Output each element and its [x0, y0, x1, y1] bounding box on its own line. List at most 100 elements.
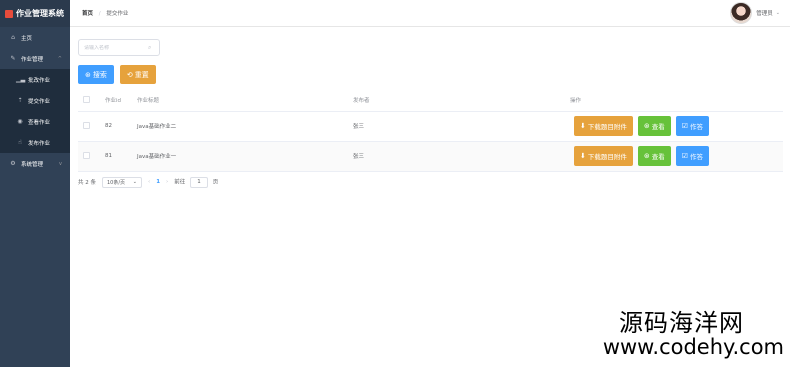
- goto-page-input[interactable]: 1: [190, 176, 208, 188]
- row-actions: ⬇ 下载题目附件 ⊛ 查看 ☑ 作答: [570, 116, 783, 136]
- cell-id: 81: [105, 141, 137, 172]
- search-input[interactable]: [84, 44, 148, 51]
- sidebar: 作业管理系统 ⌂ 主页 ✎ 作业管理 ^ ▁▃ 批改作业 ⇡ 提交作业 ◉ 查看…: [0, 0, 70, 367]
- sidebar-item-label: 系统管理: [21, 161, 44, 168]
- chevron-down-icon: ⌄: [132, 179, 137, 185]
- view-button[interactable]: ⊛ 查看: [637, 116, 671, 136]
- cell-publisher: 张三: [353, 111, 570, 142]
- view-label: 查看: [651, 123, 665, 131]
- prev-page-button[interactable]: ‹: [148, 179, 150, 185]
- top-header: 首页 / 提交作业 管理员 ⌄: [70, 0, 790, 27]
- user-name[interactable]: 管理员: [756, 9, 773, 17]
- sidebar-item-label: 批改作业: [28, 77, 51, 84]
- home-icon: ⌂: [11, 34, 15, 41]
- sidebar-item-system-management[interactable]: ⚙ 系统管理 v: [0, 153, 70, 174]
- download-attachment-button[interactable]: ⬇ 下载题目附件: [574, 116, 633, 136]
- answer-button[interactable]: ☑ 作答: [675, 146, 710, 166]
- reset-button[interactable]: ⟲ 重置: [119, 65, 156, 84]
- chevron-up-icon: ^: [57, 55, 62, 62]
- sidebar-item-label: 提交作业: [28, 98, 51, 105]
- row-checkbox[interactable]: [83, 121, 90, 129]
- cell-publisher: 张三: [353, 141, 570, 172]
- hand-icon: ☝: [18, 139, 22, 146]
- view-button[interactable]: ⊛ 查看: [637, 146, 671, 166]
- sidebar-item-label: 作业管理: [21, 56, 44, 63]
- breadcrumb-home[interactable]: 首页: [82, 11, 93, 17]
- eye-icon: ◉: [17, 118, 23, 125]
- submenu-homework: ▁▃ 批改作业 ⇡ 提交作业 ◉ 查看作业 ☝ 发布作业: [0, 69, 70, 153]
- page-size-select[interactable]: 10条/页 ⌄: [102, 176, 142, 188]
- column-header-id: 作业id: [105, 90, 137, 112]
- goto-prefix: 前往: [174, 179, 186, 185]
- cell-id: 82: [105, 111, 137, 142]
- watermark: 源码海洋网 www.codehy.com: [602, 308, 784, 359]
- table-row: 81 Java基础作业一 张三 ⬇ 下载题目附件 ⊛ 查看 ☑ 作答: [78, 141, 783, 172]
- app-logo[interactable]: 作业管理系统: [0, 0, 70, 27]
- table-row: 82 Java基础作业二 张三 ⬇ 下载题目附件 ⊛ 查看 ☑ 作答: [78, 111, 783, 142]
- sidebar-item-grade-homework[interactable]: ▁▃ 批改作业: [0, 69, 70, 90]
- pagination-total: 共 2 条: [78, 180, 96, 186]
- cell-title: Java基础作业一: [137, 141, 353, 172]
- answer-label: 作答: [690, 153, 704, 161]
- chevron-down-icon[interactable]: ⌄: [776, 10, 780, 16]
- checkbox-icon: ☑: [681, 152, 689, 160]
- breadcrumb-separator: /: [98, 11, 101, 17]
- sidebar-item-view-homework[interactable]: ◉ 查看作业: [0, 111, 70, 132]
- goto-suffix: 页: [212, 179, 219, 185]
- row-checkbox[interactable]: [83, 151, 90, 159]
- breadcrumb-current: 提交作业: [106, 11, 129, 17]
- column-header-actions: 操作: [570, 90, 783, 112]
- goto-page: 前往 1 页: [174, 176, 219, 188]
- answer-label: 作答: [690, 123, 704, 131]
- column-header-publisher: 发布者: [353, 90, 570, 112]
- cell-title: Java基础作业二: [137, 111, 353, 142]
- sidebar-item-home[interactable]: ⌂ 主页: [0, 27, 70, 48]
- row-actions: ⬇ 下载题目附件 ⊛ 查看 ☑ 作答: [570, 146, 783, 166]
- refresh-icon: ⟲: [126, 70, 133, 79]
- toolbar: ⊛ 搜索 ⟲ 重置: [78, 65, 783, 84]
- search-button-label: 搜索: [92, 70, 107, 79]
- reset-button-label: 重置: [134, 70, 149, 79]
- search-icon: ⌕: [148, 43, 152, 51]
- view-icon: ⊛: [643, 152, 650, 160]
- sidebar-item-homework-management[interactable]: ✎ 作业管理 ^: [0, 48, 70, 69]
- avatar[interactable]: [730, 2, 753, 24]
- logo-icon: [5, 9, 13, 18]
- edit-icon: ✎: [10, 55, 16, 62]
- table-header-row: 作业id 作业标题 发布者 操作: [78, 90, 783, 112]
- watermark-line-1: 源码海洋网: [619, 308, 744, 337]
- page-number[interactable]: 1: [156, 179, 160, 185]
- upload-icon: ⇡: [17, 97, 23, 104]
- main-content: ⌕ ⊛ 搜索 ⟲ 重置 作业id 作业标题 发布者 操作 82 Java基础作业: [78, 39, 783, 188]
- search-button[interactable]: ⊛ 搜索: [78, 65, 114, 84]
- chevron-down-icon: v: [59, 160, 62, 167]
- search-box: ⌕: [78, 39, 160, 56]
- app-title: 作业管理系统: [16, 9, 64, 18]
- sidebar-item-label: 主页: [21, 35, 33, 42]
- user-menu[interactable]: 管理员 ⌄: [730, 2, 780, 24]
- gear-icon: ⚙: [10, 160, 16, 167]
- download-icon: ⬇: [580, 152, 586, 160]
- pagination: 共 2 条 10条/页 ⌄ ‹ 1 › 前往 1 页: [78, 176, 783, 188]
- view-label: 查看: [651, 153, 665, 161]
- sidebar-item-label: 发布作业: [28, 140, 51, 147]
- page-size-value: 10条/页: [107, 179, 126, 186]
- sidebar-item-submit-homework[interactable]: ⇡ 提交作业: [0, 90, 70, 111]
- watermark-line-2: www.codehy.com: [602, 334, 784, 359]
- breadcrumb: 首页 / 提交作业: [82, 9, 128, 17]
- search-icon: ⊛: [85, 70, 91, 79]
- answer-button[interactable]: ☑ 作答: [675, 116, 710, 136]
- view-icon: ⊛: [643, 122, 650, 130]
- sidebar-item-publish-homework[interactable]: ☝ 发布作业: [0, 132, 70, 153]
- sidebar-item-label: 查看作业: [28, 119, 51, 126]
- checkbox-icon: ☑: [681, 122, 689, 130]
- download-label: 下载题目附件: [587, 153, 627, 161]
- download-label: 下载题目附件: [587, 123, 627, 131]
- download-icon: ⬇: [580, 122, 586, 130]
- column-header-title: 作业标题: [137, 90, 353, 112]
- chart-icon: ▁▃: [16, 76, 26, 83]
- download-attachment-button[interactable]: ⬇ 下载题目附件: [574, 146, 633, 166]
- next-page-button[interactable]: ›: [166, 179, 168, 185]
- select-all-checkbox[interactable]: [83, 95, 90, 103]
- homework-table: 作业id 作业标题 发布者 操作 82 Java基础作业二 张三 ⬇ 下载题目附…: [78, 90, 783, 172]
